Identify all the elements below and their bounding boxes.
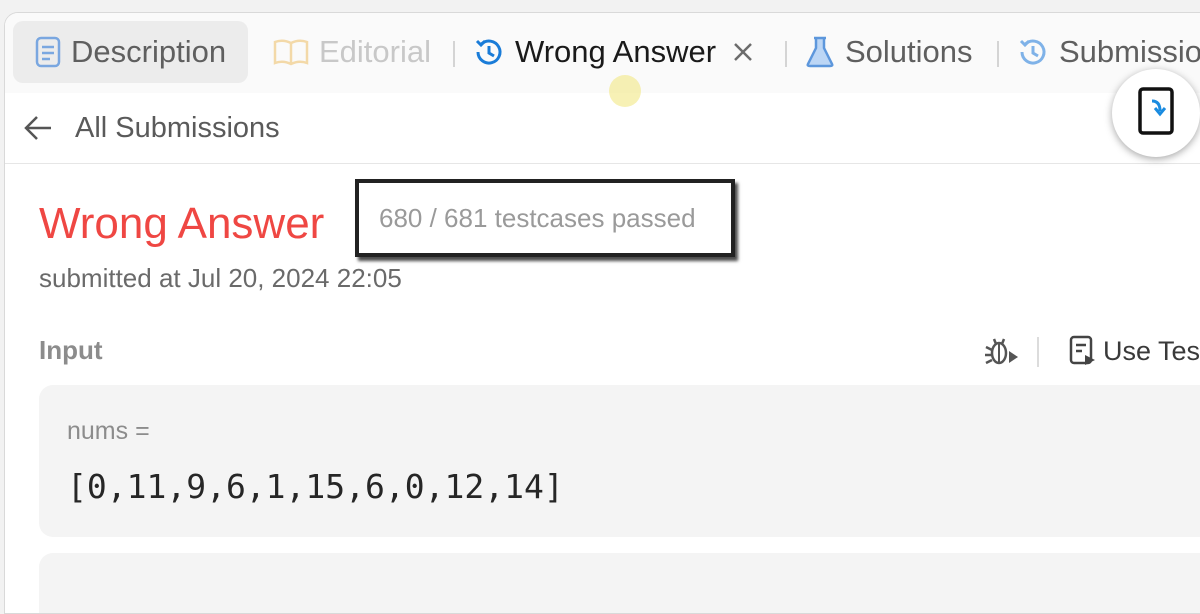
tab-divider xyxy=(453,41,455,67)
tab-bar: Description Editorial Wrong Answer Solut… xyxy=(5,13,1200,107)
use-testcase-label: Use Testc xyxy=(1103,335,1200,366)
testcases-passed-text: 680 / 681 testcases passed xyxy=(379,202,696,233)
flask-icon xyxy=(805,36,835,68)
all-submissions-link[interactable]: All Submissions xyxy=(75,112,280,145)
use-testcase-button[interactable]: Use Testc xyxy=(1069,335,1200,367)
tab-submissions-label: Submissio xyxy=(1059,34,1200,69)
output-value-box xyxy=(39,553,1200,613)
use-testcase-icon xyxy=(1069,335,1097,367)
tab-solutions[interactable]: Solutions xyxy=(805,21,973,83)
input-label: Input xyxy=(39,335,103,365)
submitted-timestamp: submitted at Jul 20, 2024 22:05 xyxy=(39,263,402,293)
tab-wrong-answer[interactable]: Wrong Answer xyxy=(473,21,754,83)
input-value-box: nums = [0,11,9,6,1,15,6,0,12,14] xyxy=(39,385,1200,537)
tablet-rotate-icon xyxy=(1136,86,1176,140)
close-icon[interactable] xyxy=(732,41,754,63)
description-icon xyxy=(35,36,61,68)
history-icon xyxy=(473,36,505,68)
tab-wrong-answer-label: Wrong Answer xyxy=(515,34,717,69)
tab-divider xyxy=(785,41,787,67)
book-icon xyxy=(273,38,309,66)
toolbar-divider xyxy=(1037,337,1039,367)
tab-description[interactable]: Description xyxy=(13,21,249,83)
back-navigation: All Submissions xyxy=(5,93,1200,164)
tab-divider xyxy=(997,41,999,67)
debug-icon[interactable] xyxy=(983,335,1019,367)
history-icon xyxy=(1017,36,1049,68)
tab-editorial[interactable]: Editorial xyxy=(273,21,431,83)
tab-editorial-label: Editorial xyxy=(319,34,431,69)
rotate-device-button[interactable] xyxy=(1112,69,1200,157)
testcases-summary: 680 / 681 testcases passed xyxy=(355,179,735,257)
input-variable-value: [0,11,9,6,1,15,6,0,12,14] xyxy=(67,467,564,506)
result-status: Wrong Answer xyxy=(39,199,325,248)
tab-description-label: Description xyxy=(71,34,227,69)
tab-solutions-label: Solutions xyxy=(845,34,973,69)
submission-panel: Description Editorial Wrong Answer Solut… xyxy=(4,12,1200,614)
input-variable-name: nums = xyxy=(67,417,150,445)
back-arrow-icon[interactable] xyxy=(23,115,53,141)
